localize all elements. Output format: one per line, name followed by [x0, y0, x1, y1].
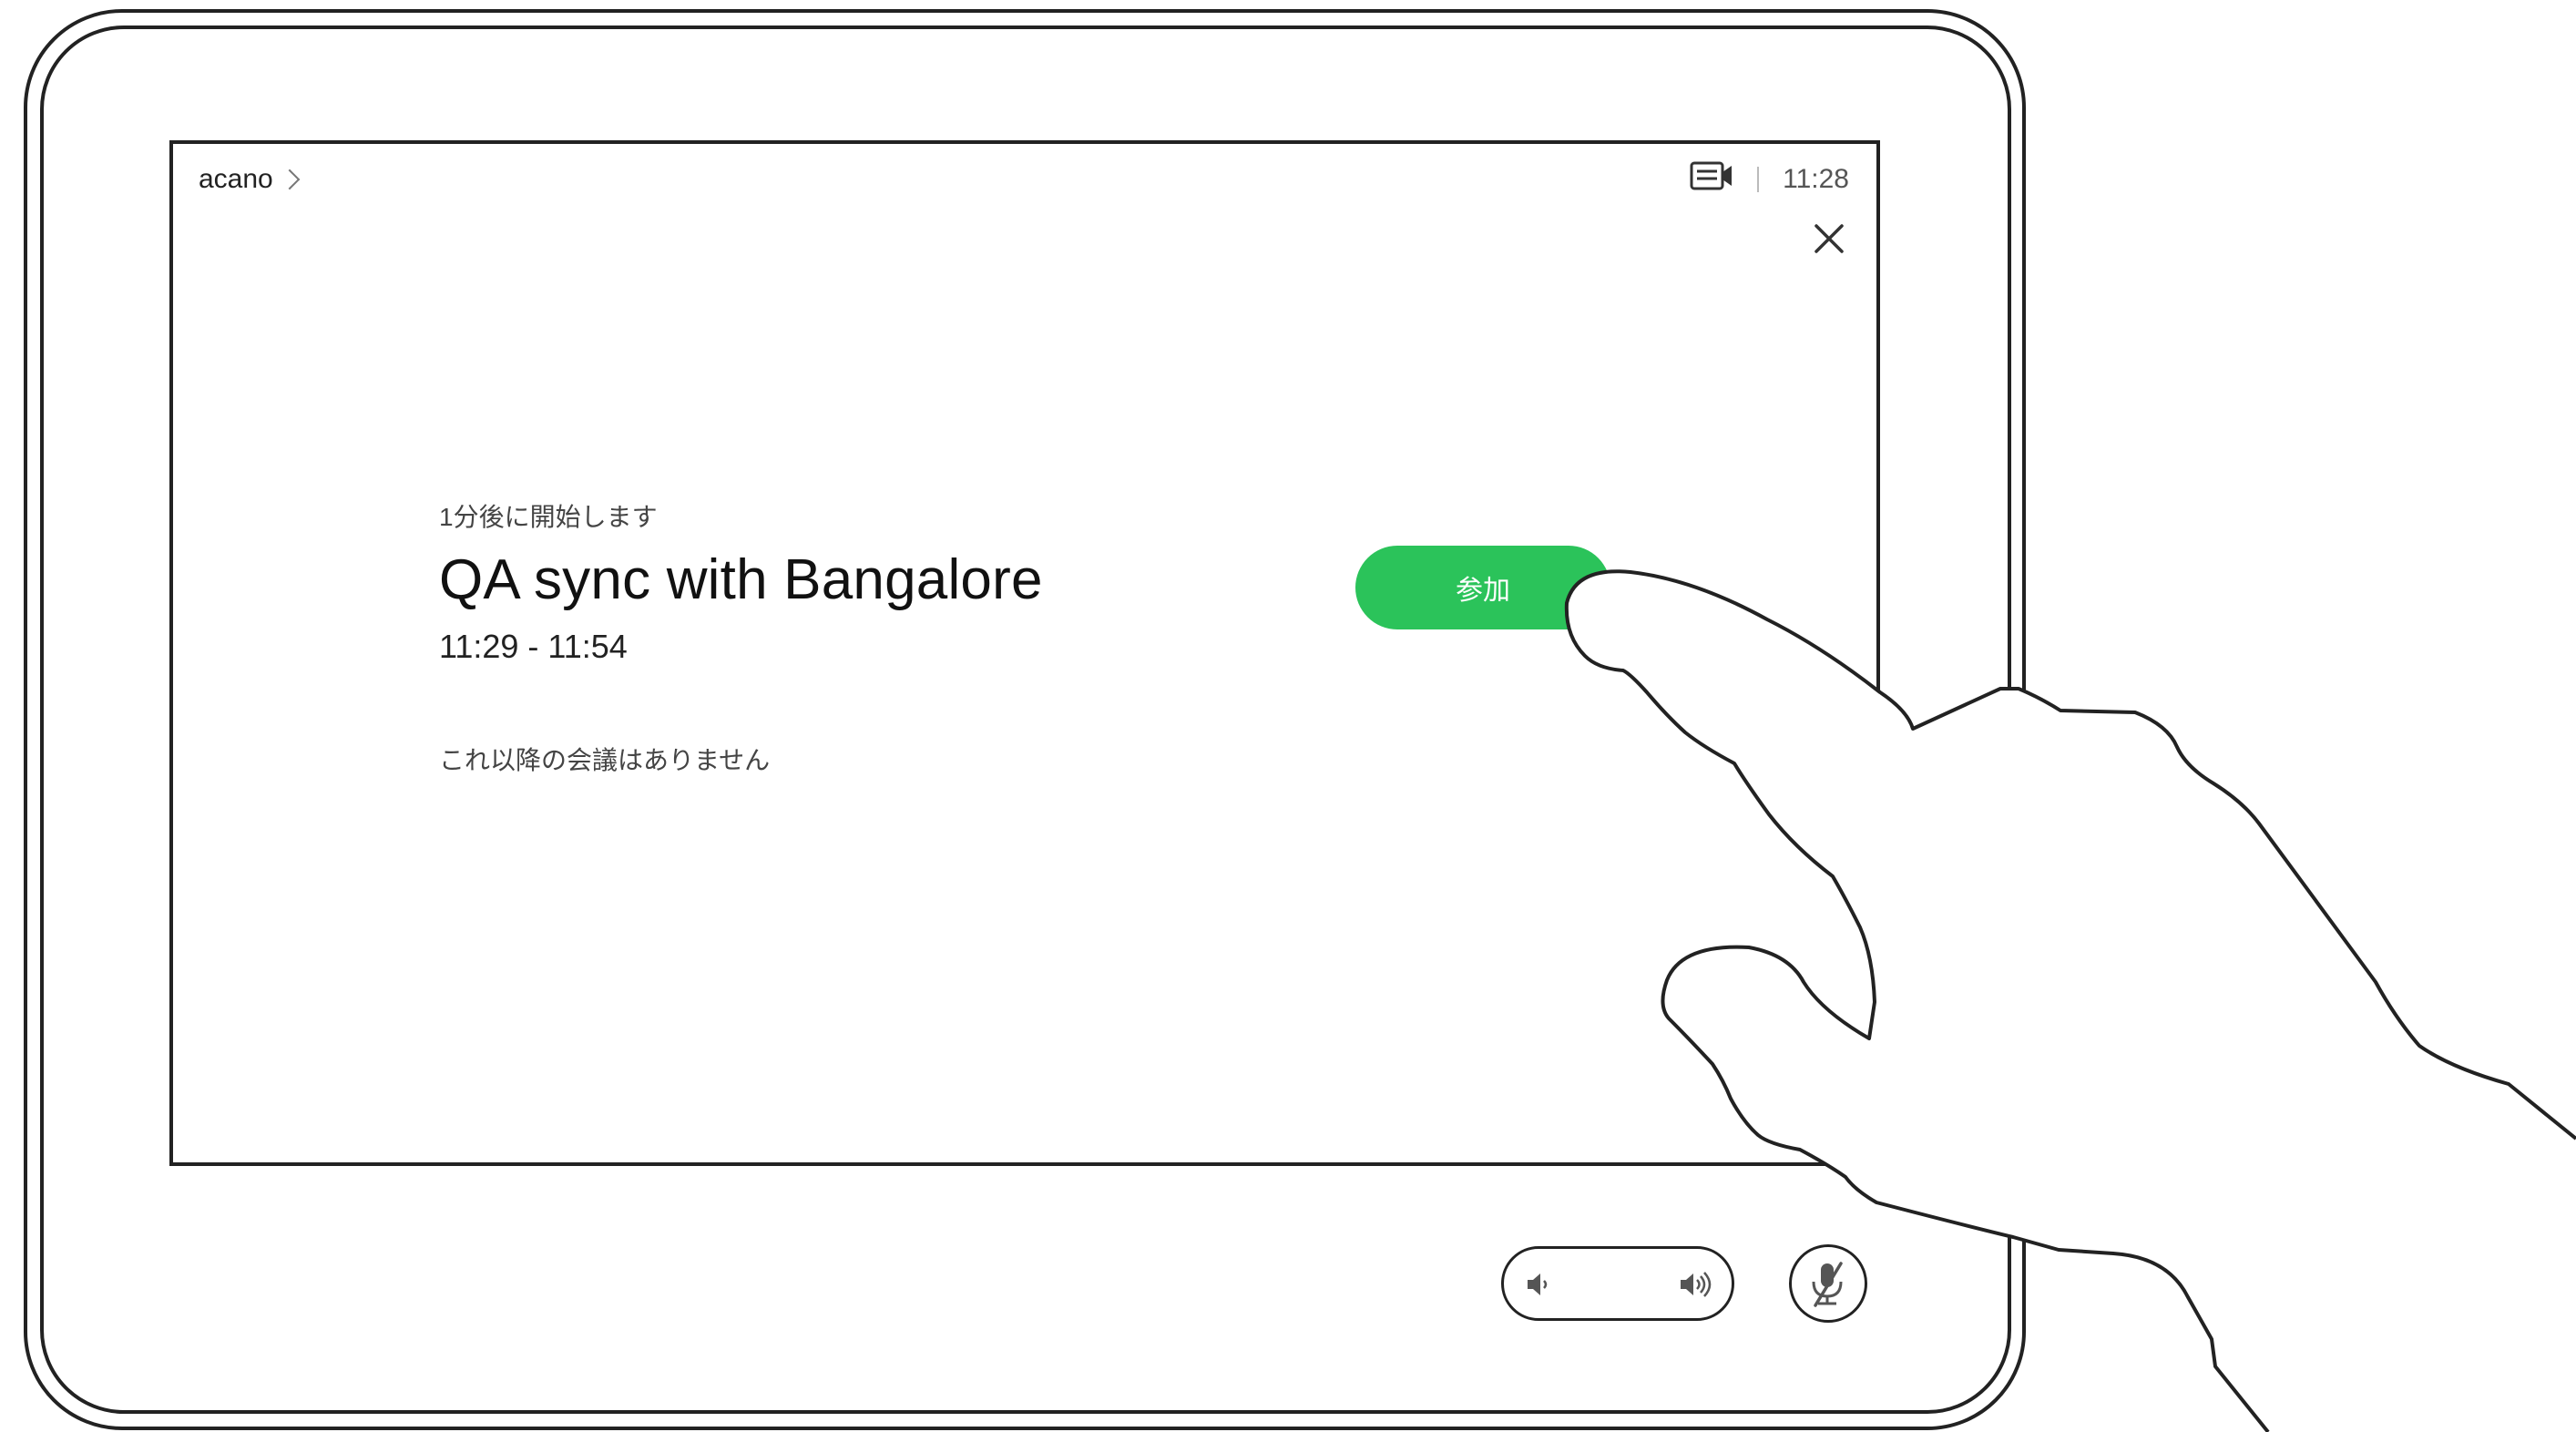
status-separator [1757, 167, 1760, 192]
volume-control[interactable] [1501, 1246, 1734, 1321]
video-camera-icon[interactable] [1690, 160, 1733, 199]
meeting-start-notice: 1分後に開始します [439, 503, 658, 531]
no-more-meetings-text: これ以降の会議はありません [439, 746, 771, 775]
close-icon[interactable] [1809, 219, 1849, 259]
meeting-time-range: 11:29 - 11:54 [439, 628, 628, 666]
meeting-info: 1分後に開始します QA sync with Bangalore 11:29 -… [439, 497, 1043, 777]
system-name-button[interactable]: acano [199, 164, 301, 195]
volume-down-icon[interactable] [1524, 1269, 1555, 1300]
touch-screen: acano 11:28 1分後に開始します QA sync with Banga… [169, 140, 1880, 1166]
chevron-right-icon [279, 169, 301, 190]
volume-up-icon[interactable] [1677, 1269, 1717, 1300]
status-bar: 11:28 [1690, 160, 1849, 199]
join-button-label: 参加 [1456, 576, 1510, 606]
meeting-title: QA sync with Bangalore [439, 548, 1043, 611]
system-name-label: acano [199, 164, 273, 194]
clock: 11:28 [1783, 164, 1849, 194]
microphone-mute-icon[interactable] [1789, 1244, 1867, 1323]
join-button[interactable]: 参加 [1355, 546, 1610, 629]
